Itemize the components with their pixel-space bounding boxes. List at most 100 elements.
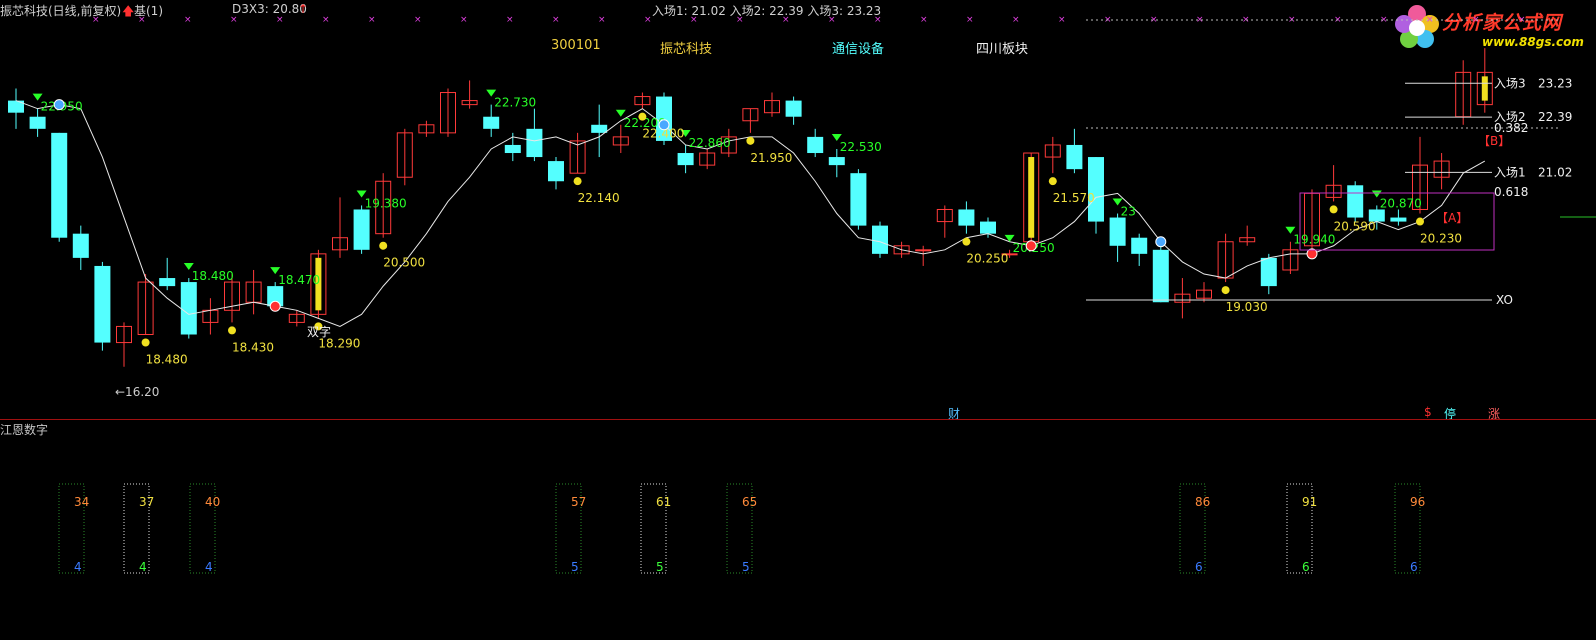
gann-bottom-number: 4	[74, 560, 82, 574]
gann-number-chart[interactable]: 34 4 37 4 40 4 57 5 61 5 65 5 86 6 91 6 96 6	[0, 440, 1596, 640]
low-price-label: 18.430	[232, 340, 274, 354]
candle-body	[94, 265, 111, 343]
top-tick-mark: ×	[322, 15, 330, 25]
low-price-label: 20.250	[966, 252, 1008, 266]
gann-top-number: 61	[656, 495, 671, 509]
dollar-marker[interactable]: $	[1424, 405, 1432, 419]
candle-body	[1347, 185, 1364, 218]
top-tick-mark: ×	[92, 15, 100, 25]
gann-top-number: 34	[74, 495, 89, 509]
signal-price-label: 18.470	[278, 273, 320, 287]
candle-body	[980, 221, 996, 234]
top-tick-mark: ×	[1472, 15, 1480, 25]
top-tick-mark: ×	[368, 15, 376, 25]
signal-price-label: 18.480	[192, 269, 234, 283]
gann-bottom-number: 5	[742, 560, 750, 574]
axis-price-label: 21.02	[1538, 165, 1572, 179]
gann-bottom-number: 5	[656, 560, 664, 574]
candle-body	[526, 128, 543, 158]
axis-price-label: 22.39	[1538, 110, 1572, 124]
low-price-label: 22.140	[578, 191, 620, 205]
low-dot-icon	[1221, 286, 1230, 295]
low-dot-icon	[1048, 177, 1057, 186]
top-tick-mark: ×	[920, 15, 928, 25]
gann-top-number: 91	[1302, 495, 1317, 509]
a-marker-label: 【A】	[1436, 211, 1468, 225]
top-tick-mark: ×	[276, 15, 284, 25]
top-tick-mark: ×	[690, 15, 698, 25]
gann-top-number: 86	[1195, 495, 1210, 509]
low-dot-icon	[1416, 217, 1424, 226]
signal-price-label: 22.730	[494, 96, 536, 110]
gann-top-number: 96	[1410, 495, 1425, 509]
candle-body	[915, 249, 932, 252]
xo-label: XO	[1496, 293, 1513, 307]
highlight-bar	[1028, 157, 1035, 238]
top-tick-mark: ×	[874, 15, 882, 25]
gann-bottom-number: 6	[1195, 560, 1203, 574]
ball-marker-icon	[1025, 240, 1037, 252]
low-price-label: 21.950	[750, 151, 792, 165]
top-tick-mark: ×	[644, 15, 652, 25]
b-marker-label: 【B】	[1478, 134, 1510, 148]
top-tick-mark: ×	[552, 15, 560, 25]
top-tick-mark: ×	[414, 15, 422, 25]
signal-price-label: 20.870	[1380, 196, 1422, 210]
candle-body	[785, 100, 802, 117]
top-tick-mark: ×	[966, 15, 974, 25]
low-price-label: 20.230	[1420, 232, 1462, 246]
low-dot-icon	[746, 136, 755, 145]
candle-body	[1066, 144, 1083, 170]
entry-level-label: 入场3	[1494, 76, 1526, 90]
sub-chart-title: 江恩数字	[0, 423, 49, 437]
low-dot-icon	[962, 237, 971, 246]
low-price-label: 20.590	[1334, 219, 1376, 233]
low-dot-icon	[228, 326, 236, 335]
candle-body	[29, 116, 46, 129]
low-dot-icon	[1329, 205, 1338, 214]
top-tick-mark: ×	[736, 15, 744, 25]
candle-body	[1109, 217, 1126, 246]
candle-body	[850, 173, 867, 226]
candle-body	[548, 161, 564, 182]
candle-body	[872, 225, 888, 254]
gann-top-number: 57	[571, 495, 586, 509]
gann-bottom-number: 5	[571, 560, 579, 574]
top-tick-mark: ×	[460, 15, 468, 25]
candle-body	[1390, 217, 1407, 222]
signal-price-label: 22.530	[840, 140, 882, 154]
candlestick-chart[interactable]: ××××××××××××××××××××××××××××××××22.95018…	[0, 0, 1596, 420]
fib-label: 0.382	[1494, 121, 1528, 135]
top-tick-mark: ×	[782, 15, 790, 25]
low-price-label: 21.570	[1053, 191, 1095, 205]
candle-body	[958, 209, 975, 226]
fib-label: 0.618	[1494, 185, 1528, 199]
ball-marker-icon	[1155, 236, 1167, 248]
top-tick-mark: ×	[598, 15, 606, 25]
candle-body	[180, 282, 197, 335]
candle-body	[591, 124, 608, 133]
double-label: 双字	[307, 324, 331, 339]
candle-body	[828, 157, 845, 166]
candle-body	[677, 153, 694, 166]
gann-top-number: 37	[139, 495, 154, 509]
low-price-label: 20.500	[383, 256, 425, 270]
top-tick-mark: ×	[506, 15, 514, 25]
panel-divider[interactable]	[0, 419, 1596, 420]
low-price-label: 18.480	[146, 353, 188, 367]
candle-body	[1152, 249, 1169, 303]
top-tick-mark: ×	[230, 15, 238, 25]
gann-bottom-number: 4	[139, 560, 147, 574]
candle-body	[483, 116, 500, 129]
candle-body	[1088, 157, 1104, 222]
gann-bottom-number: 4	[205, 560, 213, 574]
low-price-marker: ←16.20	[115, 385, 159, 399]
candle-body	[51, 132, 68, 238]
low-dot-icon	[379, 241, 388, 250]
low-dot-icon	[638, 112, 647, 121]
top-tick-mark: ×	[828, 15, 836, 25]
ball-marker-icon	[53, 99, 65, 111]
highlight-bar	[1481, 76, 1488, 101]
candle-body	[159, 278, 176, 287]
candle-body	[72, 233, 89, 258]
